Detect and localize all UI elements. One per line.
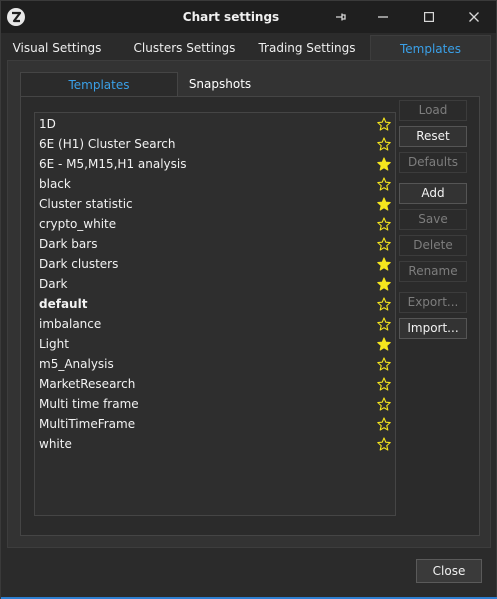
list-item[interactable]: Cluster statistic — [35, 194, 395, 214]
list-item[interactable]: Dark — [35, 274, 395, 294]
star-outline-icon[interactable] — [377, 354, 391, 374]
star-filled-icon[interactable] — [377, 274, 391, 294]
reset-button[interactable]: Reset — [399, 126, 467, 147]
delete-button[interactable]: Delete — [399, 235, 467, 256]
star-outline-icon[interactable] — [377, 434, 391, 454]
template-name: white — [39, 437, 72, 451]
list-item[interactable]: imbalance — [35, 314, 395, 334]
template-name: MultiTimeFrame — [39, 417, 136, 431]
close-button[interactable]: Close — [416, 559, 482, 583]
list-item[interactable]: MultiTimeFrame — [35, 414, 395, 434]
list-item[interactable]: Dark clusters — [35, 254, 395, 274]
template-name: 6E - M5,M15,H1 analysis — [39, 157, 187, 171]
add-button[interactable]: Add — [399, 183, 467, 204]
rename-button[interactable]: Rename — [399, 261, 467, 282]
star-filled-icon[interactable] — [377, 254, 391, 274]
template-name: Multi time frame — [39, 397, 139, 411]
star-outline-icon[interactable] — [377, 414, 391, 434]
star-outline-icon[interactable] — [377, 314, 391, 334]
pin-icon[interactable] — [321, 3, 361, 31]
templates-panel: Templates Snapshots 1D 6E (H1) Cluster Se… — [7, 60, 491, 548]
title-bar[interactable]: Chart settings — [1, 1, 496, 33]
list-item[interactable]: default — [35, 294, 395, 314]
star-outline-icon[interactable] — [377, 394, 391, 414]
list-item[interactable]: Dark bars — [35, 234, 395, 254]
minimize-icon[interactable] — [363, 3, 403, 31]
star-outline-icon[interactable] — [377, 174, 391, 194]
tab-clusters-settings[interactable]: Clusters Settings — [127, 35, 242, 61]
list-item[interactable]: white — [35, 434, 395, 454]
template-name: black — [39, 177, 71, 191]
template-name: default — [39, 297, 88, 311]
export-button[interactable]: Export... — [399, 292, 467, 313]
star-outline-icon[interactable] — [377, 234, 391, 254]
subtab-templates[interactable]: Templates — [20, 72, 178, 97]
template-name: m5_Analysis — [39, 357, 114, 371]
template-name: 1D — [39, 117, 56, 131]
chart-settings-window: Chart settings Visual Settings Clusters … — [0, 0, 497, 599]
star-filled-icon[interactable] — [377, 334, 391, 354]
subtab-snapshots[interactable]: Snapshots — [180, 72, 260, 97]
main-tab-bar: Visual Settings Clusters Settings Tradin… — [7, 35, 491, 61]
template-name: MarketResearch — [39, 377, 136, 391]
tab-templates[interactable]: Templates — [370, 35, 491, 61]
close-icon[interactable] — [454, 3, 494, 31]
template-name: 6E (H1) Cluster Search — [39, 137, 176, 151]
tab-visual-settings[interactable]: Visual Settings — [7, 35, 107, 61]
star-outline-icon[interactable] — [377, 114, 391, 134]
list-item[interactable]: 6E (H1) Cluster Search — [35, 134, 395, 154]
star-filled-icon[interactable] — [377, 194, 391, 214]
load-button[interactable]: Load — [399, 100, 467, 121]
star-filled-icon[interactable] — [377, 154, 391, 174]
list-item[interactable]: m5_Analysis — [35, 354, 395, 374]
list-item[interactable]: 1D — [35, 114, 395, 134]
save-button[interactable]: Save — [399, 209, 467, 230]
import-button[interactable]: Import... — [399, 318, 467, 339]
star-outline-icon[interactable] — [377, 134, 391, 154]
template-name: Light — [39, 337, 69, 351]
templates-subpanel: 1D 6E (H1) Cluster Search 6E - M5,M15,H1 a… — [20, 96, 480, 536]
template-name: Dark — [39, 277, 68, 291]
star-outline-icon[interactable] — [377, 294, 391, 314]
list-item[interactable]: MarketResearch — [35, 374, 395, 394]
star-outline-icon[interactable] — [377, 214, 391, 234]
template-name: imbalance — [39, 317, 102, 331]
template-name: crypto_white — [39, 217, 117, 231]
list-item[interactable]: black — [35, 174, 395, 194]
list-item[interactable]: crypto_white — [35, 214, 395, 234]
list-item[interactable]: Multi time frame — [35, 394, 395, 414]
template-name: Dark bars — [39, 237, 98, 251]
defaults-button[interactable]: Defaults — [399, 152, 467, 173]
template-name: Cluster statistic — [39, 197, 133, 211]
list-item[interactable]: 6E - M5,M15,H1 analysis — [35, 154, 395, 174]
tab-trading-settings[interactable]: Trading Settings — [252, 35, 362, 61]
templates-list[interactable]: 1D 6E (H1) Cluster Search 6E - M5,M15,H1 a… — [34, 112, 396, 516]
list-item[interactable]: Light — [35, 334, 395, 354]
maximize-icon[interactable] — [409, 3, 449, 31]
star-outline-icon[interactable] — [377, 374, 391, 394]
template-name: Dark clusters — [39, 257, 119, 271]
